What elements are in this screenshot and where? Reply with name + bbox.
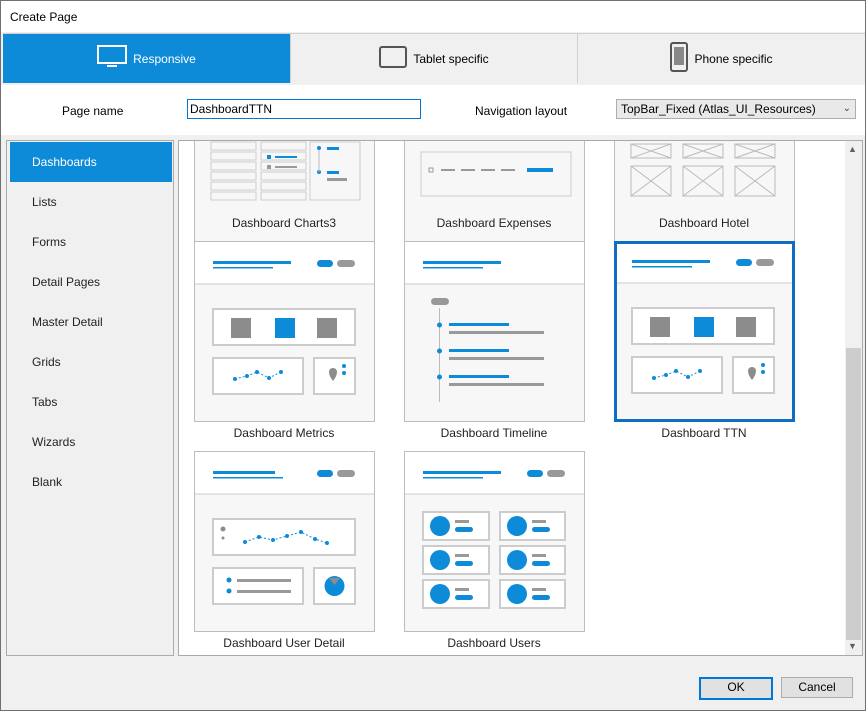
template-thumbnail [630, 143, 776, 197]
template-name: Dashboard User Detail [223, 636, 345, 650]
template-name: Dashboard TTN [661, 426, 747, 440]
window-title: Create Page [10, 10, 78, 24]
navigation-layout-label: Navigation layout [475, 104, 568, 118]
template-card-dashboard-ttn[interactable] [614, 241, 795, 422]
category-item-tabs[interactable]: Tabs [10, 382, 172, 422]
template-card-dashboard-timeline[interactable] [404, 241, 585, 422]
page-name-label: Page name [62, 104, 124, 118]
content-area: Dashboards Lists Forms Detail Pages Mast… [3, 138, 863, 658]
category-item-forms[interactable]: Forms [10, 222, 172, 262]
template-gallery: Dashboard Charts3 Dashboard Expenses Das… [178, 140, 863, 656]
navigation-layout-value: TopBar_Fixed (Atlas_UI_Resources) [621, 102, 816, 116]
page-name-input[interactable]: DashboardTTN [187, 99, 421, 119]
template-name: Dashboard Timeline [440, 426, 548, 440]
chevron-down-icon: ⌄ [842, 103, 851, 114]
category-item-master-detail[interactable]: Master Detail [10, 302, 172, 342]
category-list: Dashboards Lists Forms Detail Pages Mast… [6, 140, 174, 656]
template-name: Dashboard Expenses [436, 216, 552, 230]
template-name: Dashboard Charts3 [231, 216, 337, 230]
page-settings-row: Page name DashboardTTN Navigation layout… [1, 85, 865, 135]
ok-button[interactable]: OK [699, 677, 773, 700]
scroll-down-icon[interactable]: ▼ [848, 641, 857, 651]
title-bar: Create Page [1, 1, 865, 32]
template-name: Dashboard Users [447, 636, 541, 650]
template-name: Dashboard Hotel [658, 216, 750, 230]
template-thumbnail [195, 242, 374, 395]
tablet-icon [379, 46, 408, 71]
phone-icon [670, 42, 689, 75]
tab-label: Phone specific [694, 51, 773, 66]
tab-label: Tablet specific [413, 51, 489, 66]
navigation-layout-select[interactable]: TopBar_Fixed (Atlas_UI_Resources) ⌄ [616, 99, 856, 119]
category-item-lists[interactable]: Lists [10, 182, 172, 222]
monitor-icon [97, 45, 128, 72]
template-thumbnail [617, 244, 792, 394]
create-page-dialog: Create Page Responsive Tablet specific P… [0, 0, 866, 711]
template-thumbnail [195, 452, 374, 605]
template-card-dashboard-users[interactable] [404, 451, 585, 632]
category-item-detail-pages[interactable]: Detail Pages [10, 262, 172, 302]
category-item-grids[interactable]: Grids [10, 342, 172, 382]
template-thumbnail [420, 151, 572, 197]
category-item-wizards[interactable]: Wizards [10, 422, 172, 462]
tab-responsive[interactable]: Responsive [3, 34, 291, 83]
template-name: Dashboard Metrics [233, 426, 335, 440]
scrollbar-thumb[interactable] [846, 348, 861, 640]
category-item-dashboards[interactable]: Dashboards [10, 142, 172, 182]
template-thumbnail [405, 452, 584, 609]
category-item-blank[interactable]: Blank [10, 462, 172, 502]
dialog-footer: OK Cancel [1, 661, 865, 710]
device-tabs: Responsive Tablet specific Phone specifi… [3, 33, 865, 86]
tab-phone-specific[interactable]: Phone specific [578, 34, 865, 83]
template-card-dashboard-user-detail[interactable] [194, 451, 375, 632]
vertical-scrollbar[interactable]: ▲ ▼ [845, 141, 862, 655]
tab-tablet-specific[interactable]: Tablet specific [291, 34, 578, 83]
template-card-dashboard-metrics[interactable] [194, 241, 375, 422]
template-thumbnail [405, 242, 584, 402]
cancel-button[interactable]: Cancel [781, 677, 853, 698]
scroll-up-icon[interactable]: ▲ [848, 144, 857, 154]
template-thumbnail [210, 141, 361, 201]
tab-label: Responsive [133, 51, 196, 66]
